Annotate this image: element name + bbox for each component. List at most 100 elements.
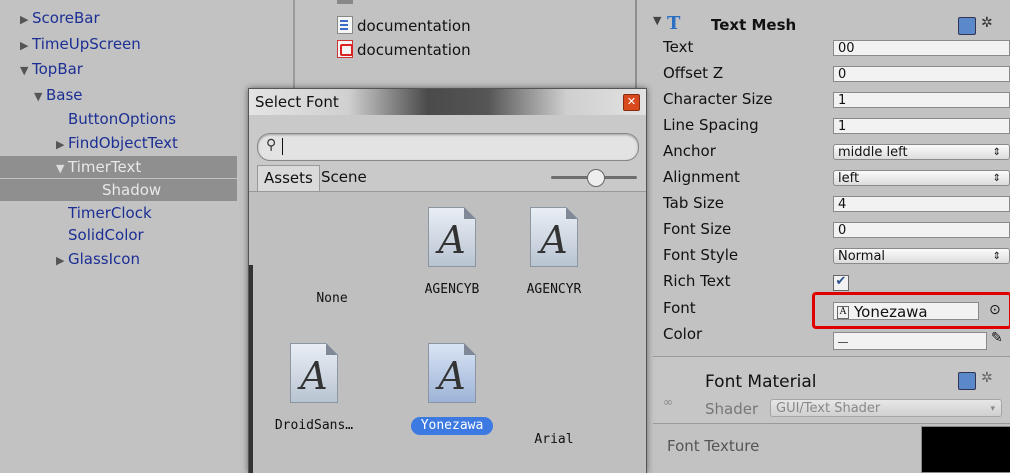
close-icon[interactable]: ✕ <box>623 94 640 111</box>
field-input[interactable]: 1 <box>833 92 1010 108</box>
expand-right-icon[interactable]: ▶ <box>20 9 32 31</box>
font-item-label: None <box>316 291 348 306</box>
hierarchy-item[interactable]: ButtonOptions <box>0 108 237 130</box>
hierarchy-item-label: ScoreBar <box>32 9 100 27</box>
font-item-label: Arial <box>534 432 574 447</box>
field-input[interactable]: 1 <box>833 118 1010 134</box>
project-file-documentation-doc[interactable]: documentation <box>337 16 471 36</box>
font-highlight-box <box>812 292 1010 329</box>
expand-down-icon[interactable]: ▼ <box>20 60 32 82</box>
expand-right-icon[interactable]: ▶ <box>20 35 32 57</box>
field-label: Tab Size <box>663 194 724 212</box>
field-dropdown[interactable]: left ⇕ <box>833 170 1010 186</box>
hierarchy-item-label: Base <box>46 86 83 104</box>
hierarchy-item[interactable]: ▶ TimeUpScreen <box>0 33 237 55</box>
hierarchy-item-label: TopBar <box>32 60 83 78</box>
text-mesh-icon: T <box>667 13 681 34</box>
font-item[interactable]: A DroidSans… <box>259 343 369 435</box>
tab-assets[interactable]: Assets <box>257 165 320 192</box>
field-value: 0 <box>838 223 847 238</box>
field-input[interactable]: 0 <box>833 222 1010 238</box>
project-divider[interactable] <box>293 0 295 95</box>
font-file-icon: A <box>290 343 338 403</box>
rich-text-checkbox[interactable]: ✔ <box>833 275 849 291</box>
gear-icon[interactable]: ✲ <box>981 15 993 31</box>
font-item[interactable]: A AGENCYR <box>499 207 609 299</box>
font-glyph: A <box>438 218 466 262</box>
hierarchy-item[interactable]: ▼ TimerText <box>0 156 237 178</box>
material-help-icon[interactable] <box>958 372 976 390</box>
project-file-documentation-pdf[interactable]: documentation <box>337 40 471 60</box>
font-item[interactable]: None <box>277 290 387 308</box>
font-item[interactable]: A Yonezawa <box>397 343 507 435</box>
field-label: Offset Z <box>663 64 724 82</box>
font-item[interactable]: Arial <box>499 431 609 449</box>
color-field[interactable] <box>833 332 987 350</box>
zoom-slider-handle[interactable] <box>587 169 605 187</box>
hierarchy-item[interactable]: ▶ FindObjectText <box>0 132 237 154</box>
help-icon[interactable] <box>958 17 976 35</box>
font-file-icon: A <box>530 207 578 267</box>
shader-value: GUI/Text Shader <box>776 401 881 416</box>
field-dropdown[interactable]: middle left ⇕ <box>833 144 1010 160</box>
hierarchy-item-label: SolidColor <box>68 226 144 244</box>
field-label: Line Spacing <box>663 116 759 134</box>
hierarchy-item[interactable]: ▼ Base <box>0 84 237 106</box>
link-icon: ∞ <box>663 395 673 409</box>
search-input[interactable]: ⚲ <box>257 133 639 161</box>
section-divider <box>653 423 1010 424</box>
expand-down-icon[interactable]: ▼ <box>56 158 68 180</box>
updown-icon: ⇕ <box>992 173 1001 184</box>
search-icon: ⚲ <box>266 137 277 153</box>
field-label: Font Style <box>663 246 739 264</box>
hierarchy-item[interactable]: ▼ TopBar <box>0 58 237 80</box>
shader-label: Shader <box>705 400 759 418</box>
foldout-arrow-icon[interactable]: ▼ <box>653 14 661 27</box>
font-texture-preview[interactable] <box>921 426 1010 473</box>
chevron-down-icon: ▾ <box>990 404 995 414</box>
field-value: 0 <box>838 67 847 82</box>
field-input[interactable]: 0 <box>833 66 1010 82</box>
hierarchy-item[interactable]: ▶ GlassIcon <box>0 248 237 270</box>
field-label: Font Size <box>663 220 732 238</box>
field-value: middle left <box>838 145 908 160</box>
expand-right-icon[interactable]: ▶ <box>56 134 68 156</box>
select-font-dialog: Select Font ✕ ⚲ Assets Scene None A AGENCY… <box>248 88 647 473</box>
font-file-icon: A <box>428 207 476 267</box>
scrollbar[interactable] <box>249 265 253 473</box>
font-glyph: A <box>300 354 328 398</box>
field-value: Normal <box>838 249 886 264</box>
doc-icon <box>337 16 353 34</box>
hierarchy-item-label: TimeUpScreen <box>32 35 141 53</box>
hierarchy-item[interactable]: SolidColor <box>0 224 237 246</box>
pdf-icon <box>337 40 353 58</box>
hierarchy-item-label: TimerText <box>68 158 142 176</box>
hierarchy-item-label: TimerClock <box>68 204 152 222</box>
hierarchy-item-label: Shadow <box>102 181 162 199</box>
eyedropper-icon[interactable]: ✎ <box>991 330 1003 346</box>
expand-right-icon[interactable]: ▶ <box>56 250 68 272</box>
field-input[interactable]: 00 <box>833 40 1010 56</box>
file-label: documentation <box>357 17 471 35</box>
hierarchy-item[interactable]: Shadow <box>0 179 237 201</box>
material-gear-icon[interactable]: ✲ <box>981 370 993 386</box>
updown-icon: ⇕ <box>992 147 1001 158</box>
hierarchy-item[interactable]: ▶ ScoreBar <box>0 7 237 29</box>
font-texture-label: Font Texture <box>667 437 760 455</box>
field-value: 00 <box>838 41 855 56</box>
tab-scene[interactable]: Scene <box>315 165 373 191</box>
font-item[interactable]: A AGENCYB <box>397 207 507 299</box>
expand-down-icon[interactable]: ▼ <box>34 86 46 108</box>
hierarchy-item-label: FindObjectText <box>68 134 178 152</box>
dialog-title: Select Font <box>255 93 339 111</box>
field-input[interactable]: 4 <box>833 196 1010 212</box>
shader-dropdown[interactable]: GUI/Text Shader ▾ <box>770 399 1002 417</box>
field-value: 4 <box>838 197 847 212</box>
field-label: Anchor <box>663 142 716 160</box>
field-dropdown[interactable]: Normal ⇕ <box>833 248 1010 264</box>
text-caret <box>282 138 283 155</box>
hierarchy-item[interactable]: TimerClock <box>0 202 237 224</box>
hierarchy-item-label: ButtonOptions <box>68 110 177 128</box>
component-title: Text Mesh <box>711 16 797 34</box>
field-value: 1 <box>838 119 847 134</box>
